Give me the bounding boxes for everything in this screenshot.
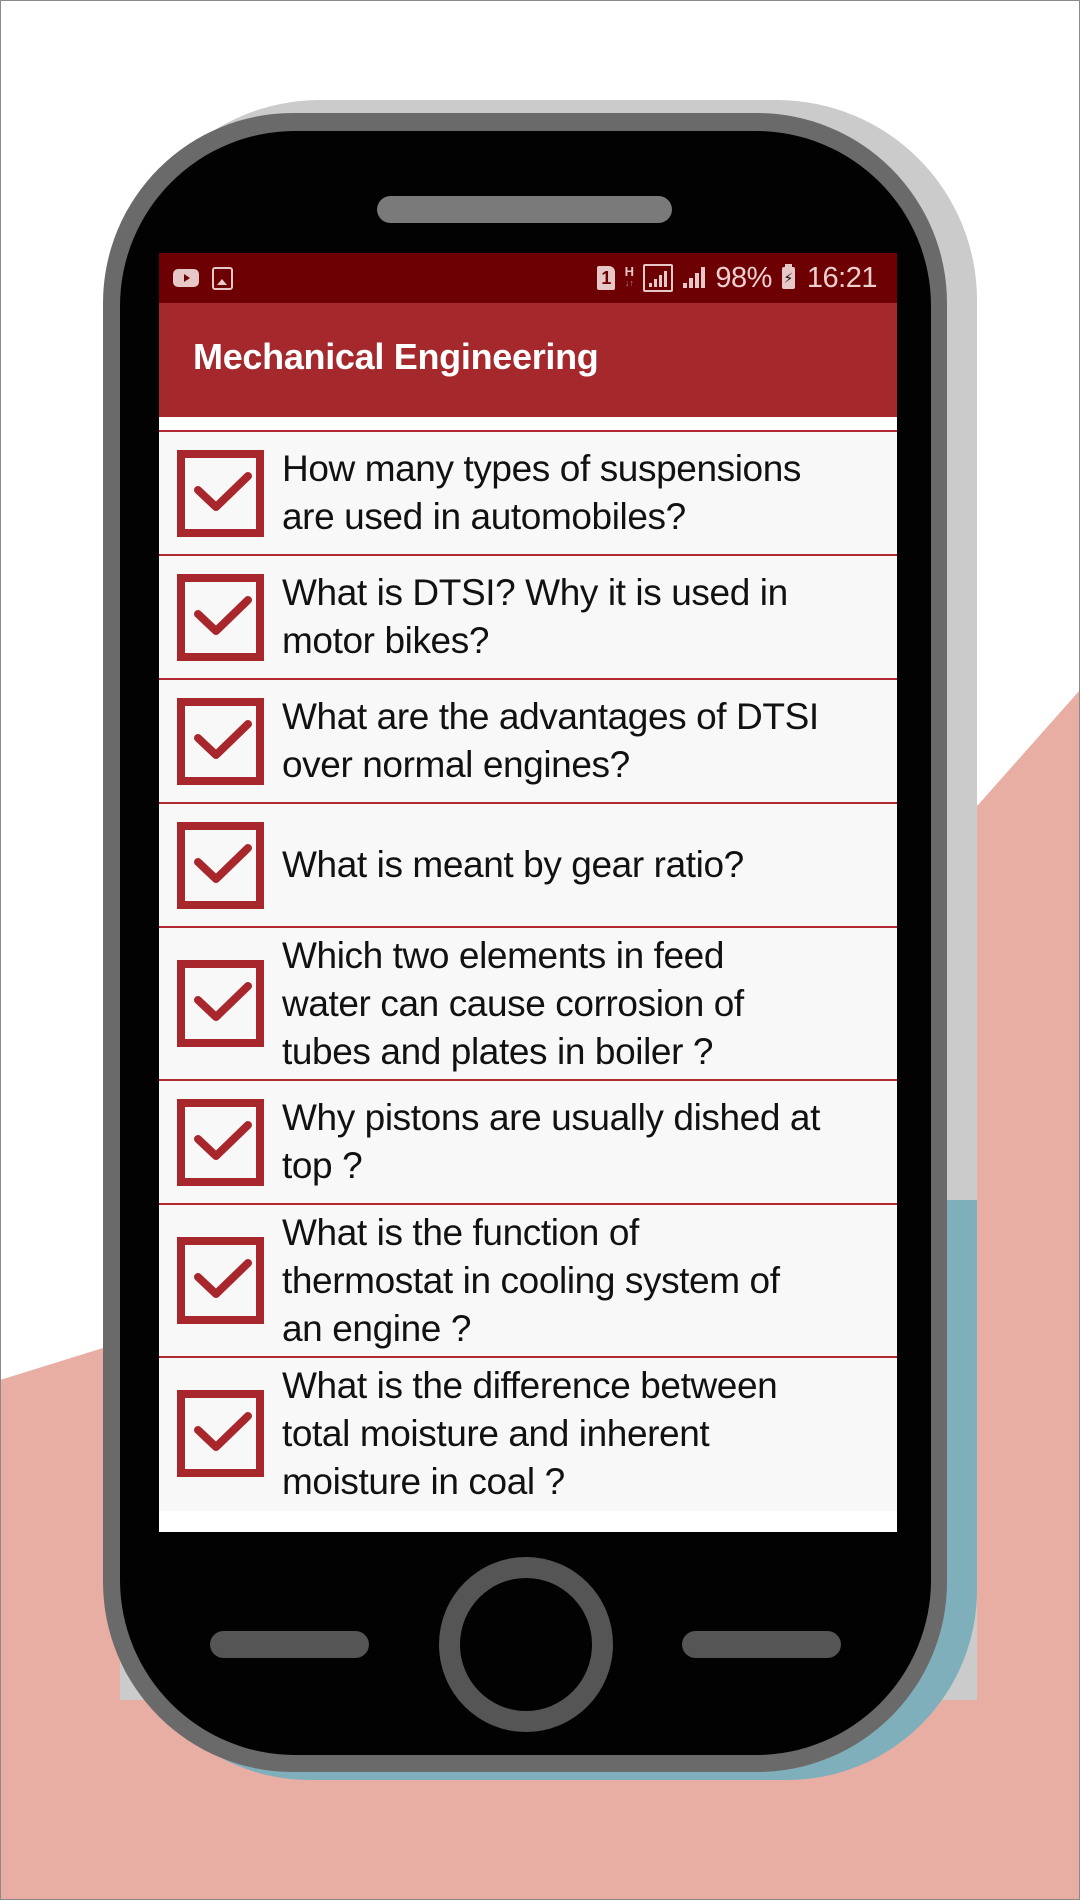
back-button[interactable] [210, 1631, 369, 1658]
question-text-line: water can cause corrosion of [282, 983, 744, 1024]
question-list-item[interactable]: How many types of suspensions are used in… [159, 432, 897, 556]
question-text: What is the function of thermostat in coo… [282, 1209, 897, 1353]
gallery-icon [212, 266, 233, 290]
question-text-line: over normal engines? [282, 744, 630, 785]
signal-icon [681, 266, 707, 290]
status-bar-system: 1 H ↓↑ 98% 16:21 [597, 253, 878, 303]
checkbox-checked-icon[interactable] [177, 1099, 264, 1186]
question-list-item[interactable]: What is meant by gear ratio? [159, 804, 897, 928]
question-text-line: How many types of suspensions [282, 448, 801, 489]
status-bar-notifications [173, 253, 233, 303]
question-list-item[interactable]: What is the difference between total mois… [159, 1358, 897, 1511]
question-text: What is DTSI? Why it is used in motor bik… [282, 569, 897, 665]
question-text: What are the advantages of DTSI over norm… [282, 693, 897, 789]
battery-charging-icon [781, 264, 795, 289]
question-list-item[interactable]: What are the advantages of DTSI over norm… [159, 680, 897, 804]
data-type-label: H [624, 264, 635, 279]
checkbox-checked-icon[interactable] [177, 960, 264, 1047]
question-text-line: moisture in coal ? [282, 1461, 565, 1502]
app-bar: Mechanical Engineering [159, 303, 897, 417]
question-text-line: total moisture and inherent [282, 1413, 710, 1454]
question-text: Which two elements in feed water can caus… [282, 932, 897, 1076]
question-text-line: are used in automobiles? [282, 496, 686, 537]
question-list-item[interactable]: What is the function of thermostat in coo… [159, 1205, 897, 1358]
youtube-icon [173, 269, 199, 287]
question-text-line: tubes and plates in boiler ? [282, 1031, 714, 1072]
question-text-line: What is the function of [282, 1212, 639, 1253]
question-text-line: What are the advantages of DTSI [282, 696, 819, 737]
checkbox-checked-icon[interactable] [177, 1237, 264, 1324]
question-text: Why pistons are usually dished at top ? [282, 1094, 897, 1190]
question-text-line: Why pistons are usually dished at [282, 1097, 820, 1138]
checkbox-checked-icon[interactable] [177, 1390, 264, 1477]
question-text: What is meant by gear ratio? [282, 841, 897, 889]
phone-screen: 1 H ↓↑ 98% 16:21 Mechanical Engineering … [159, 253, 897, 1532]
checkbox-checked-icon[interactable] [177, 574, 264, 661]
question-text-line: thermostat in cooling system of [282, 1260, 780, 1301]
checkbox-checked-icon[interactable] [177, 822, 264, 909]
data-arrows-icon: ↓↑ [624, 278, 634, 288]
question-text-line: an engine ? [282, 1308, 472, 1349]
recent-apps-button[interactable] [682, 1631, 841, 1658]
question-list-item[interactable]: Why pistons are usually dished at top ? [159, 1081, 897, 1205]
question-list-item[interactable]: Which two elements in feed water can caus… [159, 928, 897, 1081]
question-text-line: Which two elements in feed [282, 935, 725, 976]
h-data-icon: H ↓↑ [623, 265, 635, 291]
sim-1-icon: 1 [597, 266, 616, 290]
status-bar: 1 H ↓↑ 98% 16:21 [159, 253, 897, 303]
question-text-line: What is DTSI? Why it is used in [282, 572, 788, 613]
clock: 16:21 [806, 261, 878, 294]
checkbox-checked-icon[interactable] [177, 450, 264, 537]
question-list-item[interactable]: What is DTSI? Why it is used in motor bik… [159, 556, 897, 680]
phone-speaker [377, 196, 672, 223]
question-text-line: top ? [282, 1145, 363, 1186]
checkbox-checked-icon[interactable] [177, 698, 264, 785]
question-text: What is the difference between total mois… [282, 1362, 897, 1506]
question-text-line: motor bikes? [282, 620, 490, 661]
question-text-line: What is meant by gear ratio? [282, 844, 744, 885]
signal-boxed-icon [643, 264, 674, 292]
question-list[interactable]: How many types of suspensions are used in… [159, 430, 897, 1511]
question-text: How many types of suspensions are used in… [282, 445, 897, 541]
question-text-line: What is the difference between [282, 1365, 778, 1406]
app-title: Mechanical Engineering [193, 336, 599, 377]
home-button[interactable] [439, 1557, 613, 1732]
battery-percent: 98% [715, 261, 772, 294]
